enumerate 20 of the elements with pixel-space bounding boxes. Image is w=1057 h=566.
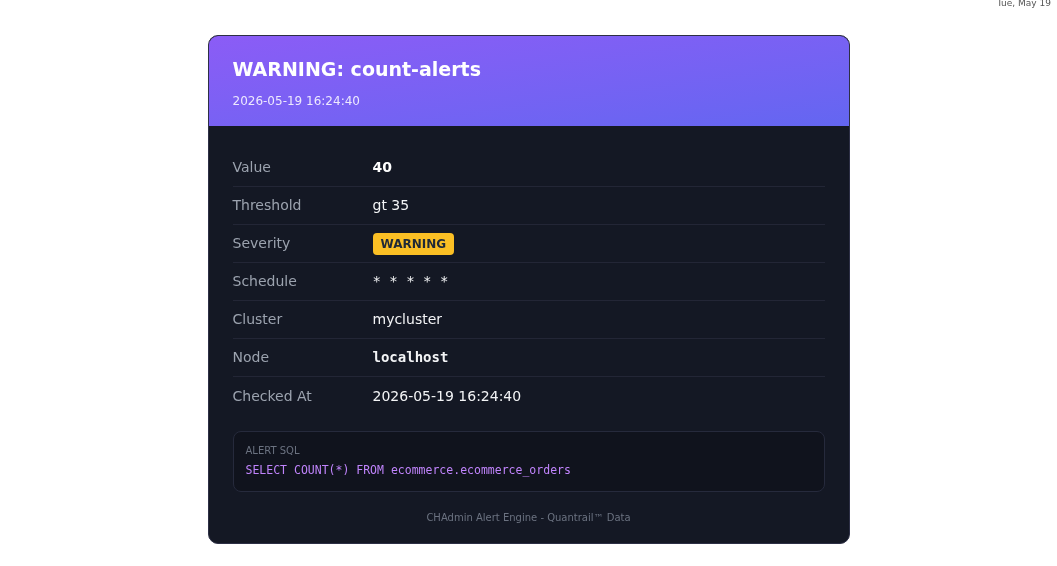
- detail-value: 40: [372, 158, 392, 177]
- detail-label: Threshold: [232, 196, 303, 215]
- footer-text: CHAdmin Alert Engine - Quantrail™ Data: [426, 511, 631, 526]
- date-text: Tue, May 19: [997, 0, 1051, 8]
- detail-value: mycluster: [372, 310, 443, 329]
- detail-label: Schedule: [232, 272, 298, 291]
- detail-label: Value: [232, 158, 272, 177]
- severity-badge: WARNING: [372, 232, 455, 255]
- detail-value: * * * * *: [372, 272, 449, 291]
- detail-value: 2026-05-19 16:24:40: [372, 386, 522, 406]
- alert-title: WARNING: count-alerts: [232, 57, 482, 82]
- sql-query: SELECT COUNT(*) FROM ecommerce.ecommerce_orders: [245, 462, 572, 479]
- detail-value: localhost: [372, 348, 449, 367]
- detail-label: Severity: [232, 234, 292, 253]
- detail-label: Node: [232, 348, 271, 367]
- detail-value: gt 35: [372, 196, 410, 215]
- detail-label: Checked At: [232, 386, 313, 406]
- alert-timestamp: 2026-05-19 16:24:40: [232, 93, 361, 110]
- detail-label: Cluster: [232, 310, 284, 329]
- sql-label: ALERT SQL: [245, 444, 301, 458]
